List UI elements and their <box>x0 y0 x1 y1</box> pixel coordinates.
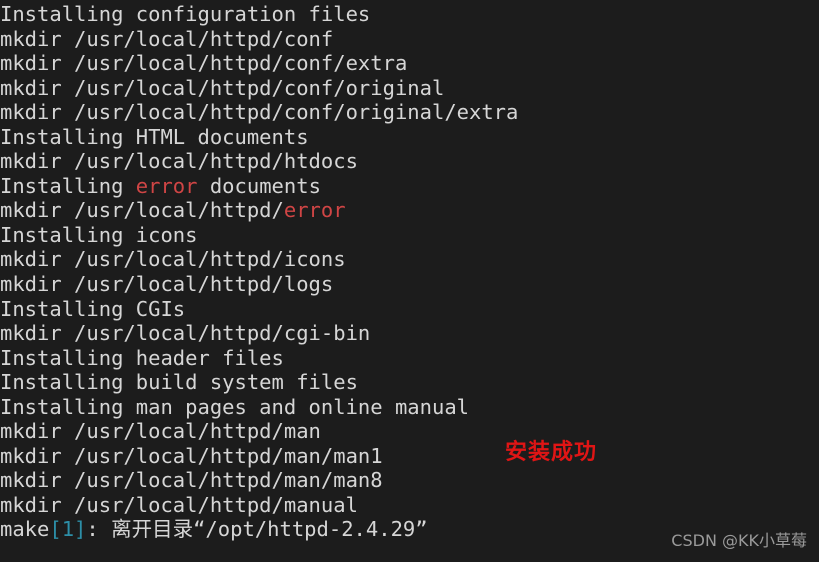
terminal-line: mkdir /usr/local/httpd/error <box>0 198 819 223</box>
terminal-line: Installing HTML documents <box>0 125 819 150</box>
terminal-line: mkdir /usr/local/httpd/conf/extra <box>0 51 819 76</box>
terminal-text: Installing build system files <box>0 370 358 395</box>
terminal-window[interactable]: Installing configuration files mkdir /usr… <box>0 0 819 562</box>
terminal-text: : 离开目录“/opt/httpd-2.4.29” <box>86 517 428 542</box>
terminal-line: Installing build system files <box>0 370 819 395</box>
terminal-text: mkdir /usr/local/httpd/cgi-bin <box>0 321 371 346</box>
terminal-line: mkdir /usr/local/httpd/htdocs <box>0 149 819 174</box>
terminal-text: mkdir /usr/local/httpd/conf/original/ext… <box>0 100 519 125</box>
terminal-line: Installing error documents <box>0 174 819 199</box>
terminal-text: Installing configuration files <box>0 2 371 26</box>
terminal-text: mkdir /usr/local/httpd/ <box>0 198 284 223</box>
terminal-text: mkdir /usr/local/httpd/conf <box>0 26 334 51</box>
terminal-line: Installing configuration files <box>0 2 819 27</box>
terminal-line: Installing man pages and online manual <box>0 395 819 420</box>
terminal-text: Installing man pages and online manual <box>0 394 469 419</box>
terminal-text: Installing header files <box>0 345 284 370</box>
terminal-line: mkdir /usr/local/httpd/manual <box>0 493 819 518</box>
terminal-text: mkdir /usr/local/httpd/man/man8 <box>0 468 383 493</box>
terminal-text: mkdir /usr/local/httpd/manual <box>0 492 358 517</box>
terminal-line: Installing icons <box>0 223 819 248</box>
terminal-line: Installing header files <box>0 346 819 371</box>
terminal-text-red: error <box>135 173 198 198</box>
terminal-line: mkdir /usr/local/httpd/conf <box>0 27 819 52</box>
terminal-line: mkdir /usr/local/httpd/logs <box>0 272 819 297</box>
terminal-line: mkdir /usr/local/httpd/man <box>0 419 819 444</box>
terminal-line: mkdir /usr/local/httpd/conf/original <box>0 76 819 101</box>
terminal-line: mkdir /usr/local/httpd/man/man1 <box>0 444 819 469</box>
terminal-line: mkdir /usr/local/httpd/man/man8 <box>0 468 819 493</box>
terminal-line: mkdir /usr/local/httpd/cgi-bin <box>0 321 819 346</box>
terminal-line: mkdir /usr/local/httpd/conf/original/ext… <box>0 100 819 125</box>
terminal-text: Installing CGIs <box>0 296 186 321</box>
terminal-text: mkdir /usr/local/httpd/conf/original <box>0 75 445 100</box>
terminal-text: mkdir /usr/local/httpd/conf/extra <box>0 51 408 76</box>
terminal-text-blue: [1] <box>49 517 87 542</box>
console-output: Installing configuration files mkdir /usr… <box>0 2 819 542</box>
terminal-line: Installing CGIs <box>0 297 819 322</box>
terminal-text: mkdir /usr/local/httpd/logs <box>0 272 334 297</box>
terminal-text: mkdir /usr/local/httpd/htdocs <box>0 149 358 174</box>
terminal-text: Installing HTML documents <box>0 124 309 149</box>
terminal-text: documents <box>197 173 321 198</box>
terminal-text: mkdir /usr/local/httpd/man <box>0 419 321 444</box>
csdn-watermark: CSDN @KK小草莓 <box>671 531 807 551</box>
terminal-text: Installing <box>0 173 136 198</box>
terminal-line: mkdir /usr/local/httpd/icons <box>0 247 819 272</box>
terminal-text: mkdir /usr/local/httpd/man/man1 <box>0 443 383 468</box>
installation-success-annotation: 安装成功 <box>505 440 598 465</box>
terminal-text: Installing icons <box>0 222 198 247</box>
terminal-text: mkdir /usr/local/httpd/icons <box>0 247 346 272</box>
terminal-text: make <box>0 517 50 542</box>
terminal-text-red: error <box>283 198 346 223</box>
